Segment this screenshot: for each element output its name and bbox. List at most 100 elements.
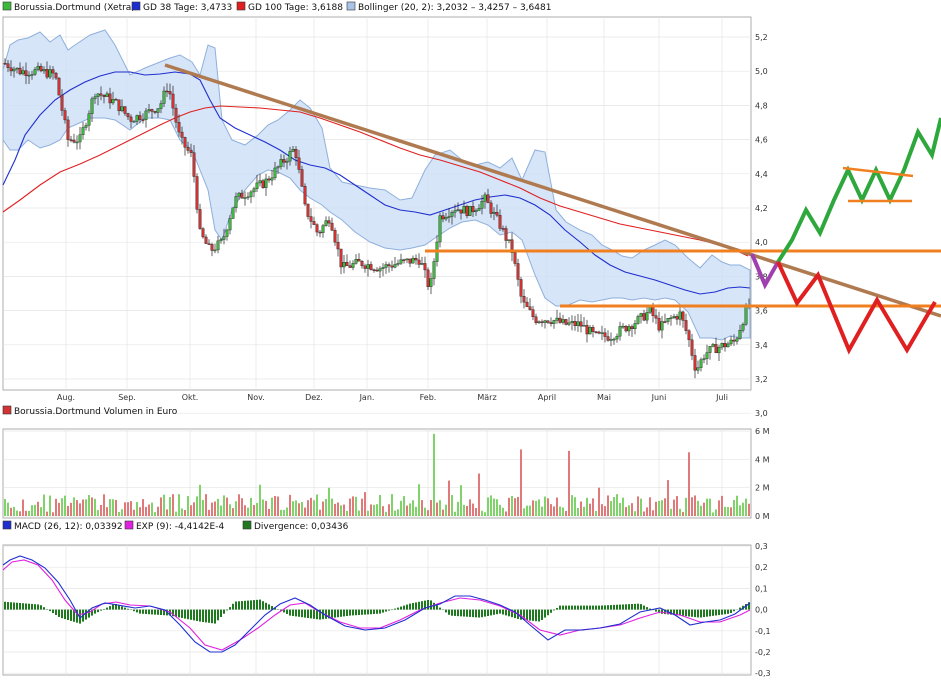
candle-body [420,263,424,265]
candle-body [654,315,658,319]
divergence-bar [334,609,336,618]
price-y-tick-label: 4,8 [755,101,768,110]
candle-body [546,320,550,323]
candle-body [33,69,37,75]
volume-bar [421,500,423,516]
candle-body [630,326,634,330]
divergence-bar [157,609,159,615]
volume-bar [367,510,369,516]
volume-bar [55,498,57,516]
candle-body [459,209,463,214]
candle-body [120,106,124,112]
divergence-bar [349,609,351,616]
divergence-bar [103,609,105,610]
candle-body [426,269,430,287]
divergence-bar [472,609,474,618]
legend-swatch-volume [2,405,12,415]
divergence-bar [439,607,441,610]
volume-bar [208,509,210,516]
volume-bar [616,494,618,516]
divergence-bar [415,602,417,610]
volume-bar [604,506,606,516]
volume-bar [700,505,702,516]
candle-body [450,212,454,217]
candle-body [300,169,304,187]
volume-bar [499,504,501,516]
candle-body [543,320,547,323]
volume-bar [709,498,711,516]
volume-bar [268,508,270,516]
candle-body [315,224,319,233]
candle-body [375,269,379,272]
divergence-bar [610,605,612,610]
divergence-bar [286,609,288,614]
candle-body [309,216,313,222]
volume-bar [409,503,411,516]
candle-body [576,321,580,326]
volume-bar [262,499,264,516]
volume-bar [526,505,528,516]
candle-body [744,306,748,325]
volume-bar [331,498,333,516]
volume-bar [736,495,738,516]
legend-macd-label: MACD (26, 12): 0,03392 [14,522,123,532]
candle-body [216,240,220,251]
volume-bar [733,499,735,516]
candle-body [591,327,595,332]
divergence-bar [298,609,300,617]
volume-bar [157,506,159,516]
volume-bar [502,507,504,516]
divergence-bar [118,605,120,610]
volume-bar [229,504,231,516]
candle-body [243,197,247,199]
volume-bar [688,452,690,516]
divergence-bar [505,609,507,616]
candle-body [438,215,442,243]
volume-bar [535,500,537,516]
candle-body [639,313,643,317]
divergence-bar [493,609,495,615]
candle-body [72,139,76,143]
divergence-bar [22,603,24,610]
divergence-bar [199,609,201,622]
candle-body [570,321,574,324]
divergence-bar [553,609,555,611]
candle-body [267,178,271,181]
candle-body [636,316,640,324]
candle-body [324,220,328,227]
volume-bar [562,507,564,516]
volume-bar [22,499,24,516]
macd-y-tick-label: 0,3 [755,542,768,551]
volume-bar [628,505,630,516]
price-y-tick-label: 3,6 [755,307,768,316]
candle-body [621,325,625,328]
candle-body [213,249,217,252]
divergence-bar [412,603,414,610]
volume-bar [82,499,84,516]
price-x-tick-label: Dez. [305,393,323,402]
volume-bar [382,506,384,516]
legend-exp-label: EXP (9): -4,4142E-4 [136,522,224,532]
divergence-bar [565,605,567,610]
divergence-bar [70,609,72,621]
volume-bar [544,496,546,516]
divergence-bar [475,609,477,618]
volume-bar [292,501,294,516]
divergence-bar [31,603,33,610]
candle-body [114,99,118,101]
volume-bar [79,503,81,516]
divergence-bar [202,609,204,622]
volume-y-tick-label: 4 M [755,455,770,464]
candle-body [321,225,325,233]
volume-bar [211,502,213,516]
candle-body [102,95,106,97]
divergence-bar [94,609,96,614]
divergence-bar [583,605,585,610]
candle-body [666,318,670,322]
candle-body [387,264,391,267]
divergence-bar [217,609,219,621]
volume-bar [49,495,51,516]
divergence-bar [460,609,462,617]
candle-body [483,194,487,202]
price-x-tick-label: Mai [597,393,611,402]
